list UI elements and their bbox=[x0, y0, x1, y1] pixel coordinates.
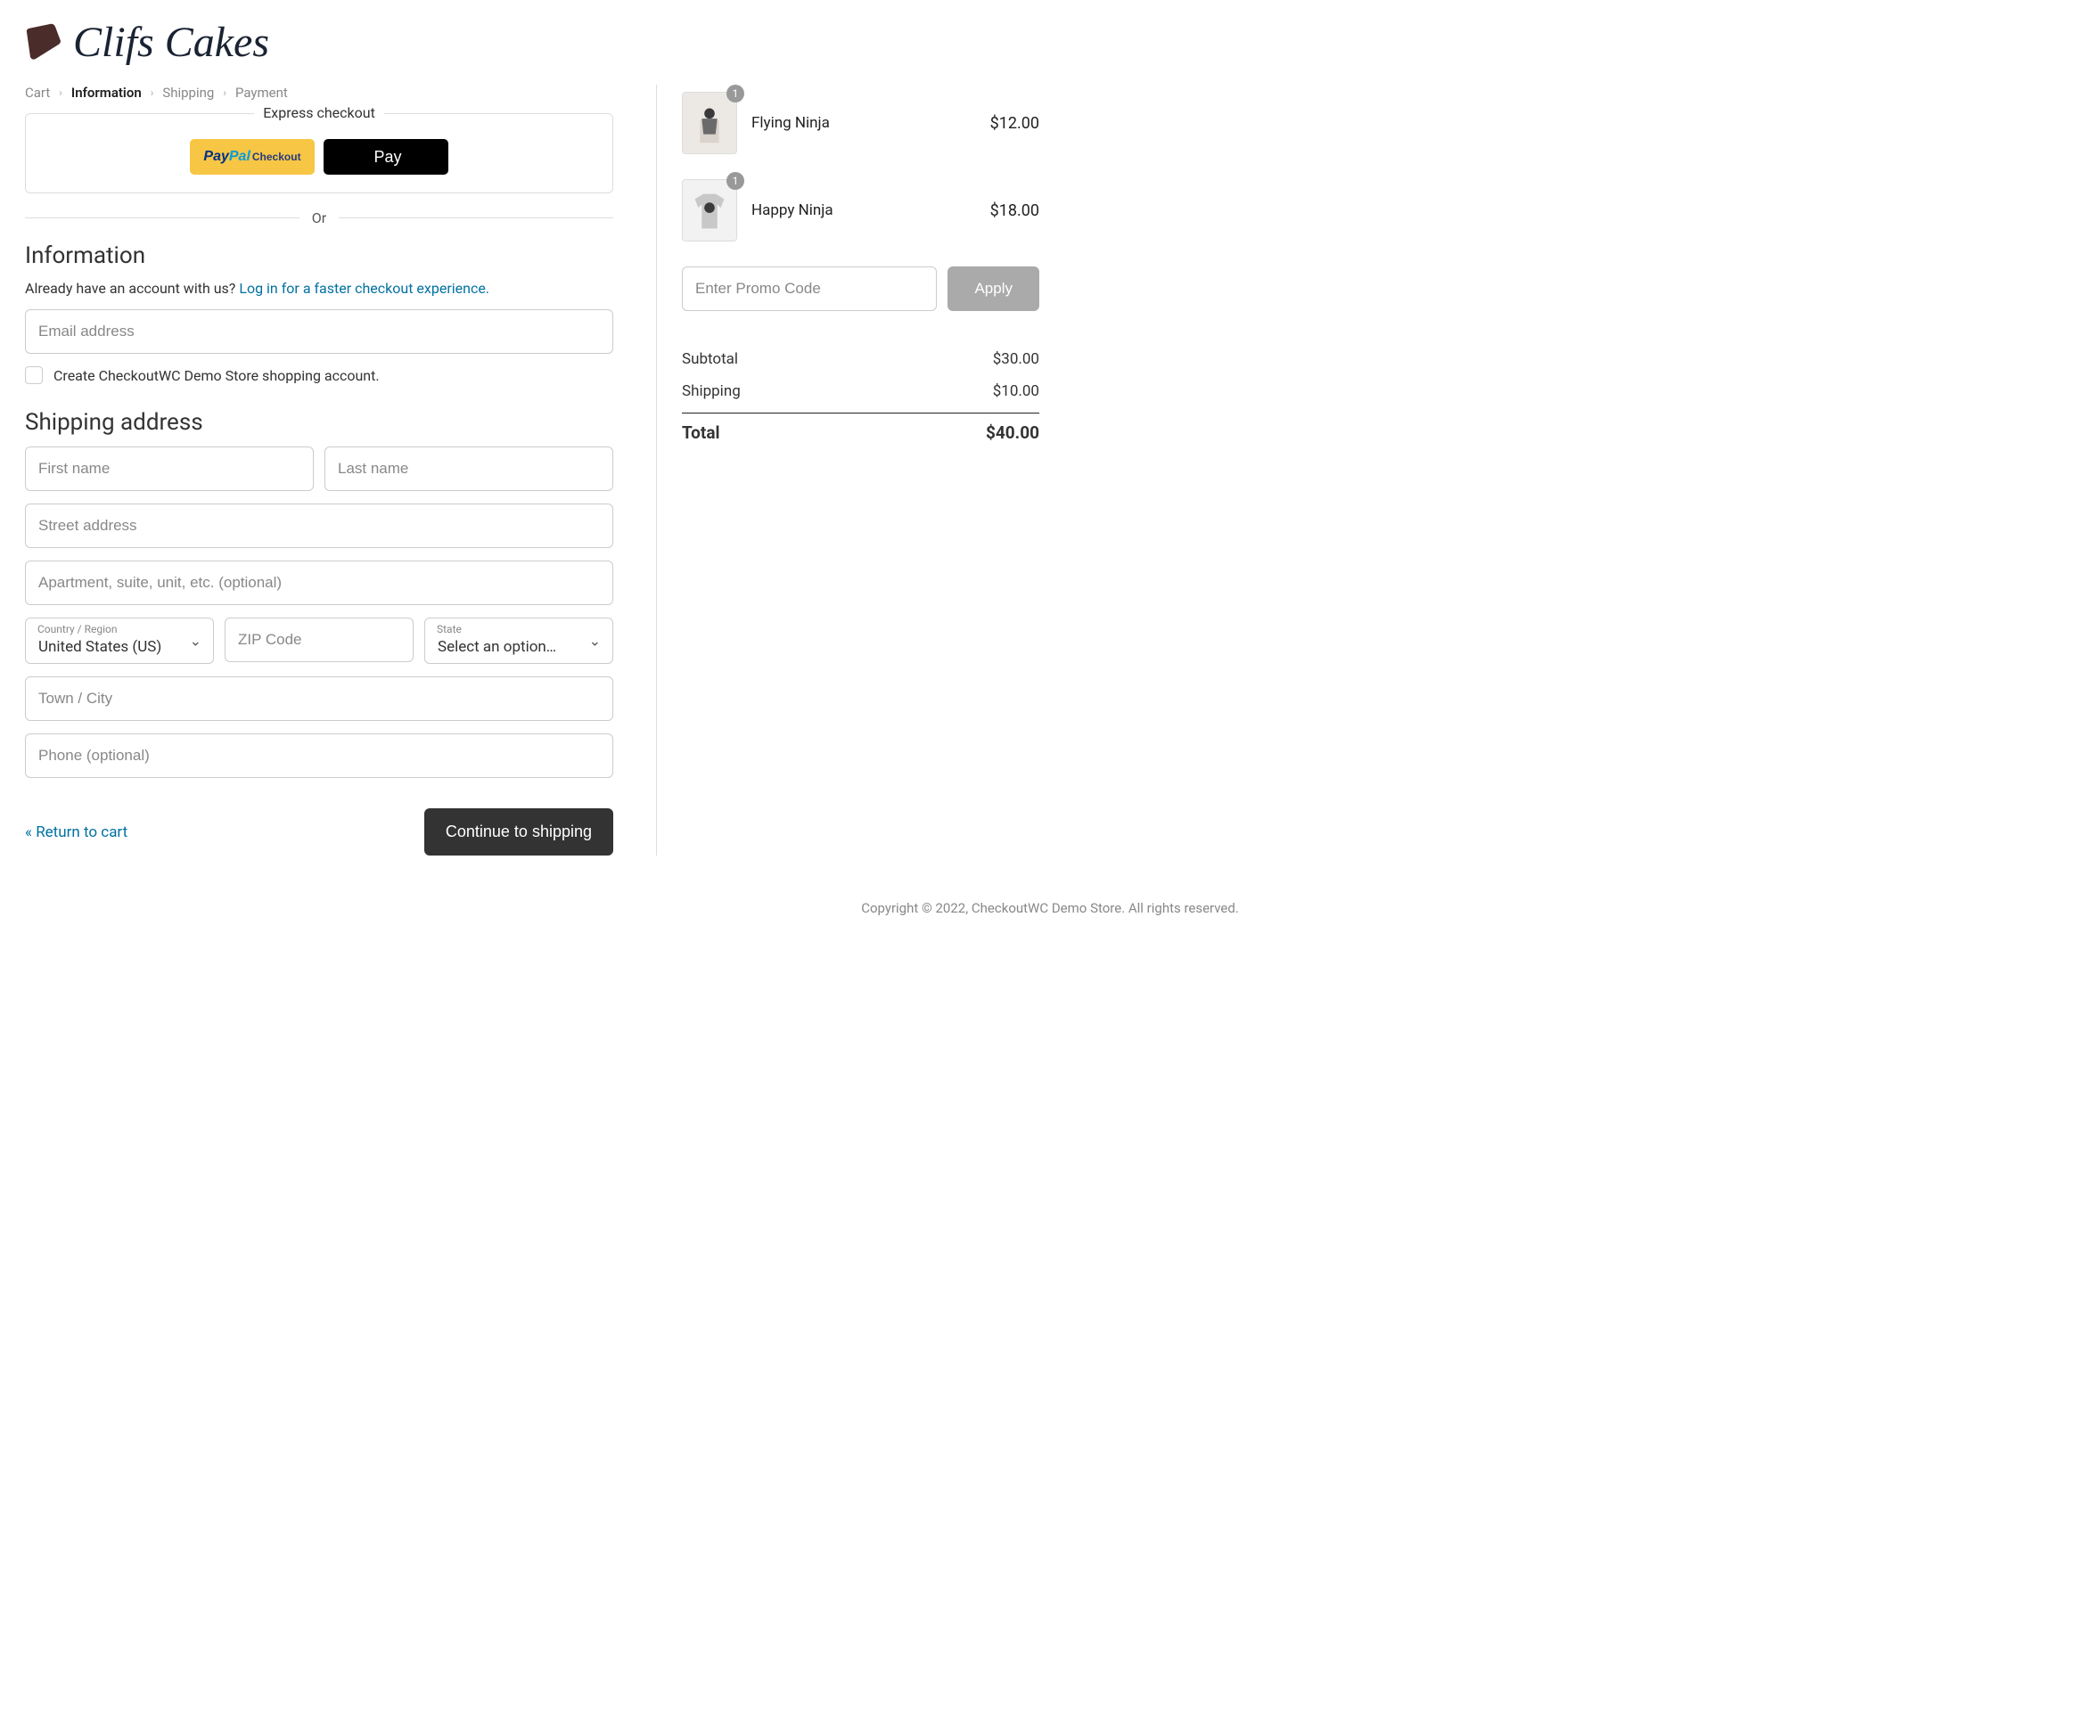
chevron-right-icon: › bbox=[151, 86, 154, 99]
breadcrumb-cart[interactable]: Cart bbox=[25, 85, 50, 101]
chevron-right-icon: › bbox=[223, 86, 226, 99]
city-field[interactable] bbox=[25, 676, 613, 721]
create-account-checkbox[interactable] bbox=[25, 366, 43, 384]
paypal-logo: PayPal bbox=[203, 149, 250, 165]
state-select[interactable]: State Select an option… ⌄ bbox=[424, 618, 613, 664]
email-field[interactable] bbox=[25, 309, 613, 354]
create-account-label: Create CheckoutWC Demo Store shopping ac… bbox=[53, 367, 380, 384]
apply-promo-button[interactable]: Apply bbox=[947, 266, 1039, 311]
footer-copyright: Copyright © 2022, CheckoutWC Demo Store.… bbox=[25, 900, 2075, 916]
continue-button[interactable]: Continue to shipping bbox=[424, 808, 613, 856]
express-checkout-title: Express checkout bbox=[254, 104, 384, 121]
first-name-field[interactable] bbox=[25, 446, 314, 491]
cart-item-name: Happy Ninja bbox=[751, 201, 976, 219]
cart-item-price: $12.00 bbox=[990, 114, 1039, 133]
cart-item: 1 Flying Ninja $12.00 bbox=[682, 92, 1039, 154]
breadcrumb: Cart › Information › Shipping › Payment bbox=[25, 85, 613, 101]
login-link[interactable]: Log in for a faster checkout experience. bbox=[239, 280, 489, 297]
or-divider: Or bbox=[25, 209, 613, 226]
breadcrumb-shipping[interactable]: Shipping bbox=[162, 85, 214, 101]
promo-code-field[interactable] bbox=[682, 266, 937, 311]
paypal-button[interactable]: PayPal Checkout bbox=[190, 139, 315, 175]
total-value: $40.00 bbox=[986, 422, 1039, 443]
total-label: Total bbox=[682, 422, 720, 443]
express-checkout-box: Express checkout PayPal Checkout Pay bbox=[25, 113, 613, 193]
cart-item-price: $18.00 bbox=[990, 201, 1039, 220]
zip-field[interactable] bbox=[225, 618, 414, 662]
cart-item: 1 Happy Ninja $18.00 bbox=[682, 179, 1039, 242]
information-heading: Information bbox=[25, 242, 613, 269]
subtotal-value: $30.00 bbox=[993, 350, 1039, 368]
apt-field[interactable] bbox=[25, 561, 613, 605]
chevron-right-icon: › bbox=[59, 86, 62, 99]
product-thumbnail bbox=[682, 179, 737, 242]
logo-text: Clifs Cakes bbox=[73, 18, 269, 67]
shipping-label: Shipping bbox=[682, 382, 741, 400]
product-thumbnail bbox=[682, 92, 737, 154]
last-name-field[interactable] bbox=[324, 446, 613, 491]
cart-item-name: Flying Ninja bbox=[751, 114, 976, 132]
logo-icon bbox=[25, 23, 62, 62]
quantity-badge: 1 bbox=[726, 172, 744, 190]
quantity-badge: 1 bbox=[726, 85, 744, 102]
subtotal-label: Subtotal bbox=[682, 350, 738, 368]
site-logo[interactable]: Clifs Cakes bbox=[25, 18, 2075, 67]
phone-field[interactable] bbox=[25, 733, 613, 778]
applepay-button[interactable]: Pay bbox=[324, 139, 448, 175]
country-select[interactable]: Country / Region United States (US) ⌄ bbox=[25, 618, 214, 664]
shipping-value: $10.00 bbox=[993, 382, 1039, 400]
return-to-cart-link[interactable]: « Return to cart bbox=[25, 823, 127, 841]
breadcrumb-information: Information bbox=[71, 85, 142, 101]
account-prompt: Already have an account with us? Log in … bbox=[25, 280, 613, 297]
street-field[interactable] bbox=[25, 504, 613, 548]
breadcrumb-payment[interactable]: Payment bbox=[235, 85, 288, 101]
shipping-heading: Shipping address bbox=[25, 409, 613, 436]
